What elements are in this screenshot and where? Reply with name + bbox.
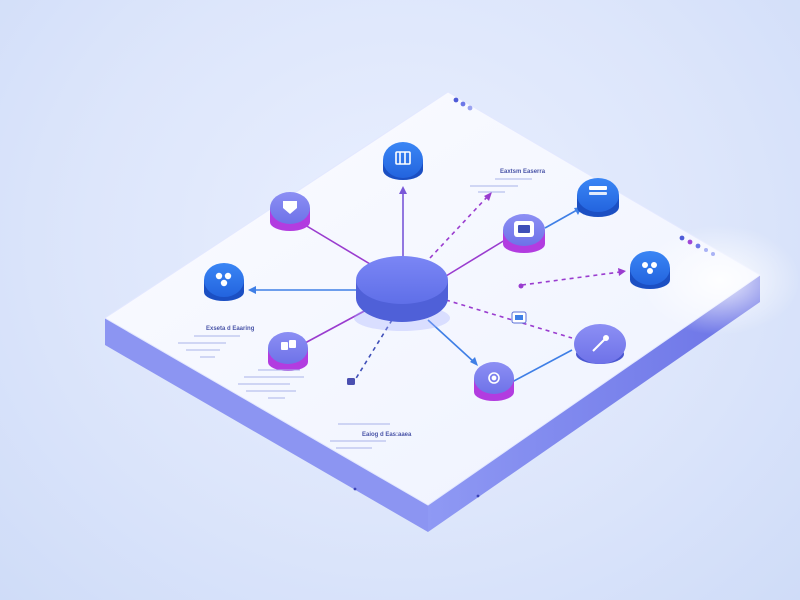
badge-small-mid [511,311,527,324]
box-icon [514,221,534,237]
hub-node[interactable] [354,256,450,331]
left-title: Exseta d Eaaring [206,326,255,332]
badge-small-bottom [347,378,355,385]
node-lower-right[interactable] [574,324,626,364]
dot-right [518,283,524,289]
node-right-upper[interactable] [577,178,619,217]
node-upper-left[interactable] [270,192,310,231]
top-right-title: Eaxtsm Easerra [500,169,546,175]
bottom-title: Eaiog d Eas:aaea [362,432,412,438]
node-bottom[interactable] [474,362,514,401]
node-lower-left[interactable] [268,332,308,371]
network-diagram: Eaxtsm Easerra Exseta d Eaaring Eaiog d … [104,91,800,532]
node-top[interactable] [383,142,423,180]
node-far-right[interactable] [630,251,670,289]
node-left[interactable] [204,263,244,301]
node-right-middle[interactable] [503,214,545,253]
